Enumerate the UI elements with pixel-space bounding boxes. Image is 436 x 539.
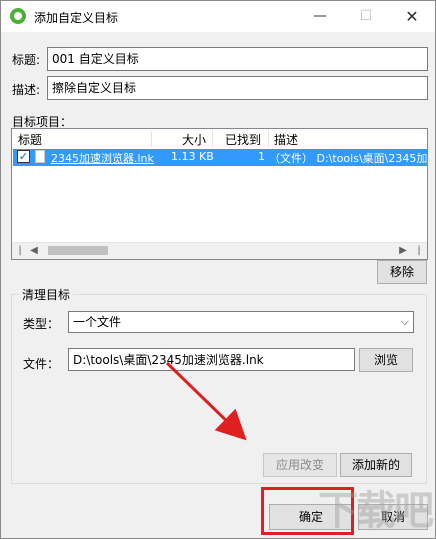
column-divider[interactable] <box>151 131 152 147</box>
file-icon <box>35 150 45 163</box>
horizontal-scrollbar[interactable]: | ◀ ▶ | <box>12 242 427 259</box>
add-new-button[interactable]: 添加新的 <box>340 453 412 477</box>
item-description: （文件） D:\tools\桌面\2345加 <box>269 152 428 165</box>
chevron-down-icon: ⌵ <box>400 315 409 328</box>
column-divider[interactable] <box>212 131 213 147</box>
browse-button[interactable]: 浏览 <box>359 348 413 372</box>
type-select-value: 一个文件 <box>73 315 122 329</box>
watermark-logo: 下载吧 <box>318 488 434 534</box>
scroll-left-arrow-icon[interactable]: ◀ <box>26 243 42 259</box>
file-label: 文件： <box>23 357 60 371</box>
column-header-title[interactable]: 标题 <box>18 131 42 148</box>
column-divider[interactable] <box>268 131 269 147</box>
remove-button[interactable]: 移除 <box>377 260 427 284</box>
file-path-input[interactable]: D:\tools\桌面\2345加速浏览器.lnk <box>68 348 355 371</box>
scroll-right-icon[interactable]: | <box>411 243 427 259</box>
minimize-button[interactable]: — <box>297 1 343 32</box>
dialog-window: 添加自定义目标 — ☐ ✕ 标题: 001 自定义目标 描述: 擦除自定义目标 … <box>0 0 436 539</box>
item-title: 2345加速浏览器.lnk <box>51 152 154 165</box>
item-checkbox[interactable]: ✓ <box>17 150 30 163</box>
type-label: 类型： <box>23 317 60 331</box>
item-size: 1.13 KB <box>171 150 214 163</box>
app-logo-icon <box>10 8 26 24</box>
title-label: 标题: <box>12 53 41 67</box>
scroll-right-arrow-icon[interactable]: ▶ <box>395 243 411 259</box>
column-header-description[interactable]: 描述 <box>274 131 298 148</box>
item-found: 1 <box>258 150 265 163</box>
items-list[interactable]: 标题 大小 已找到 描述 ✓ 2345加速浏览器.lnk 1.13 KB 1 （… <box>11 128 428 260</box>
title-bar: 添加自定义目标 — ☐ ✕ <box>1 1 435 32</box>
column-header-found[interactable]: 已找到 <box>225 131 261 148</box>
description-label: 描述: <box>12 83 41 97</box>
maximize-button[interactable]: ☐ <box>343 1 389 32</box>
description-input[interactable]: 擦除自定义目标 <box>47 76 428 100</box>
list-item[interactable]: ✓ 2345加速浏览器.lnk 1.13 KB 1 （文件） D:\tools\… <box>13 149 427 166</box>
apply-changes-button[interactable]: 应用改变 <box>263 453 337 477</box>
title-input[interactable]: 001 自定义目标 <box>47 47 428 71</box>
type-select[interactable]: 一个文件 ⌵ <box>68 311 414 333</box>
scrollbar-thumb[interactable] <box>48 246 108 255</box>
close-button[interactable]: ✕ <box>389 1 435 32</box>
cleanup-group-title: 清理目标 <box>19 286 74 303</box>
window-title: 添加自定义目标 <box>34 11 119 25</box>
items-list-header: 标题 大小 已找到 描述 <box>12 129 427 150</box>
column-header-size[interactable]: 大小 <box>182 131 206 148</box>
